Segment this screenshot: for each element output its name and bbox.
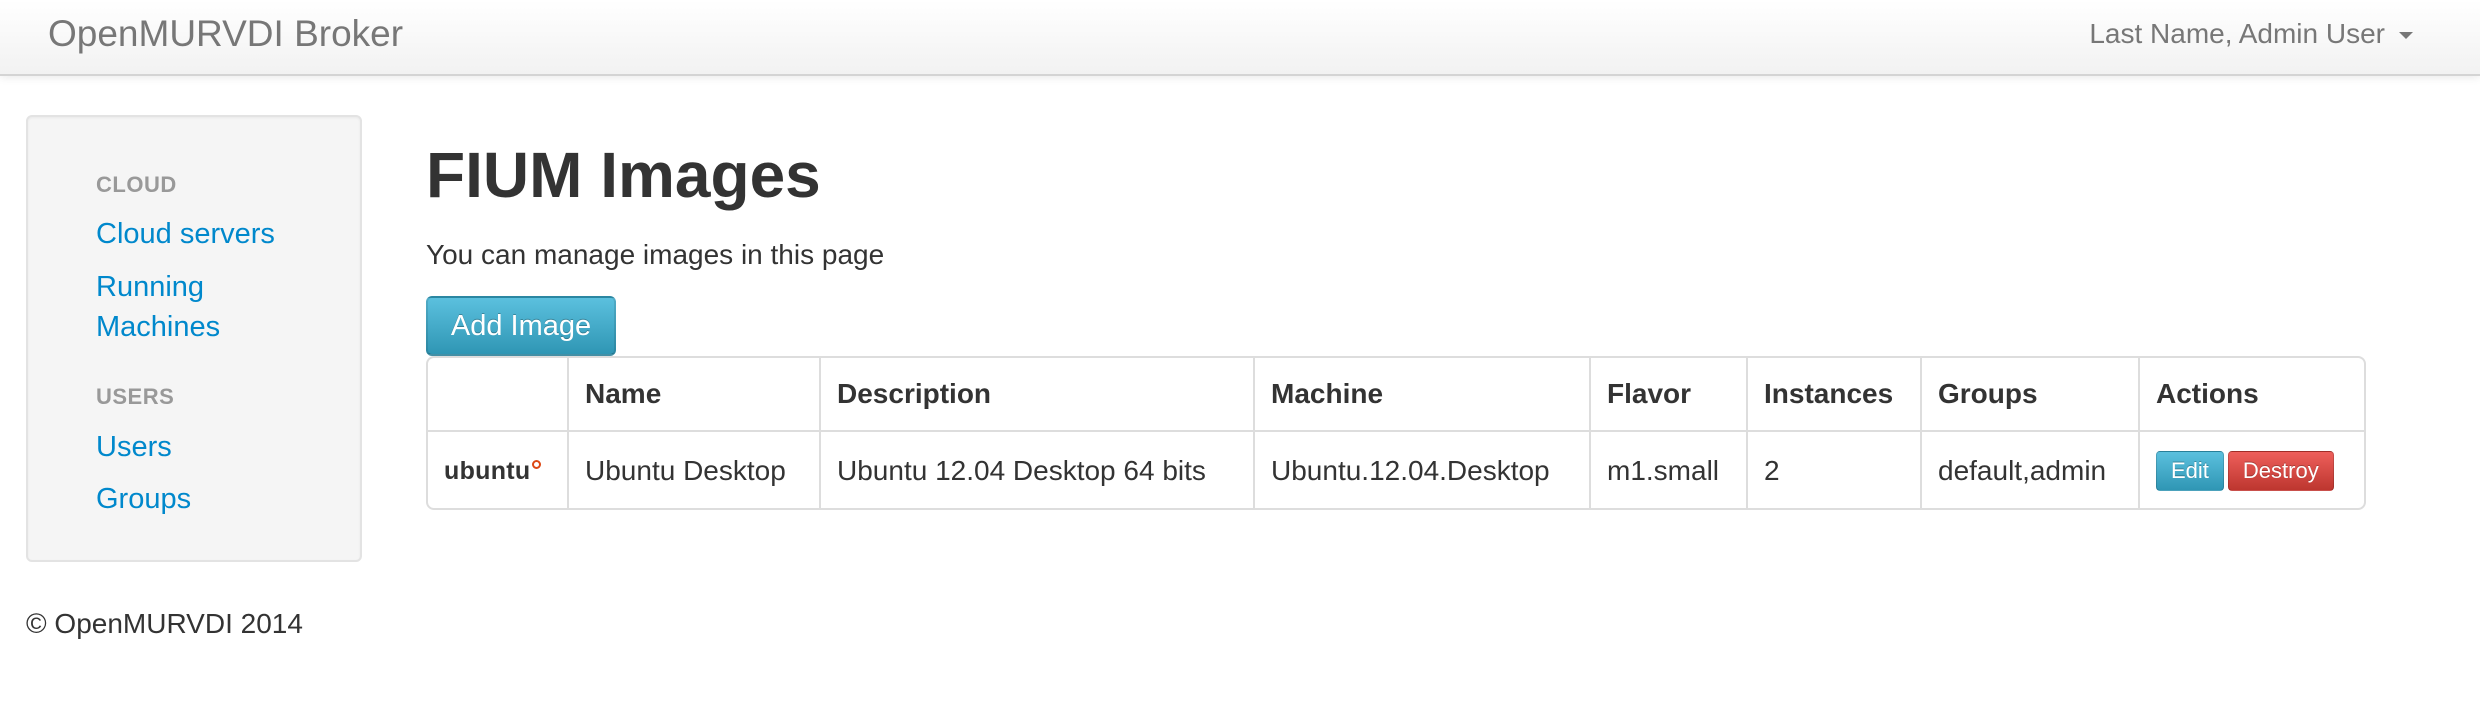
- table-header-row: Name Description Machine Flavor Instance…: [428, 358, 2364, 431]
- user-menu-dropdown[interactable]: Last Name, Admin User: [2089, 16, 2413, 52]
- image-description-cell: Ubuntu 12.04 Desktop 64 bits: [819, 430, 1254, 508]
- ubuntu-logo-text: ubuntu: [444, 456, 531, 485]
- sidebar: CLOUD Cloud servers Running Machines USER…: [26, 115, 362, 562]
- ubuntu-logo: ubuntu: [444, 457, 567, 486]
- column-header-instances: Instances: [1746, 358, 1921, 431]
- image-actions-cell: Edit Destroy: [2138, 430, 2364, 508]
- column-header-flavor: Flavor: [1589, 358, 1747, 431]
- edit-button[interactable]: Edit: [2156, 451, 2224, 491]
- user-menu-label: Last Name, Admin User: [2089, 18, 2385, 49]
- image-groups-cell: default,admin: [1920, 430, 2139, 508]
- table-row: ubuntu Ubuntu Desktop Ubuntu 12.04 Deskt…: [428, 430, 2364, 508]
- sidebar-item-running-machines[interactable]: Running Machines: [96, 267, 220, 347]
- destroy-button[interactable]: Destroy: [2227, 451, 2334, 491]
- add-image-button[interactable]: Add Image: [426, 296, 616, 356]
- top-navbar: OpenMURVDI Broker Last Name, Admin User: [0, 0, 2480, 76]
- sidebar-item-cloud-servers[interactable]: Cloud servers: [96, 214, 275, 254]
- sidebar-item-groups[interactable]: Groups: [96, 479, 191, 519]
- page-title: FIUM Images: [426, 139, 821, 211]
- sidebar-item-users[interactable]: Users: [96, 427, 172, 467]
- images-table: Name Description Machine Flavor Instance…: [426, 356, 2366, 510]
- image-flavor-cell: m1.small: [1589, 430, 1747, 508]
- column-header-groups: Groups: [1920, 358, 2139, 431]
- footer-copyright: © OpenMURVDI 2014: [26, 608, 303, 639]
- page-subtitle: You can manage images in this page: [426, 239, 885, 270]
- brand-link[interactable]: OpenMURVDI Broker: [48, 12, 403, 56]
- sidebar-item-running-line2: Machines: [96, 311, 221, 343]
- column-header-machine: Machine: [1253, 358, 1590, 431]
- image-name-cell: Ubuntu Desktop: [567, 430, 820, 508]
- column-header-name: Name: [567, 358, 820, 431]
- column-header-logo: [428, 358, 568, 431]
- column-header-actions: Actions: [2138, 358, 2364, 431]
- image-logo-cell: ubuntu: [428, 430, 568, 508]
- image-machine-cell: Ubuntu.12.04.Desktop: [1253, 430, 1590, 508]
- sidebar-header-users: USERS: [96, 384, 175, 409]
- ubuntu-circle-icon: [532, 459, 542, 469]
- image-instances-cell: 2: [1746, 430, 1921, 508]
- caret-down-icon: [2399, 32, 2413, 39]
- sidebar-header-cloud: CLOUD: [96, 172, 177, 197]
- sidebar-item-running-line1: Running: [96, 271, 205, 303]
- column-header-description: Description: [819, 358, 1254, 431]
